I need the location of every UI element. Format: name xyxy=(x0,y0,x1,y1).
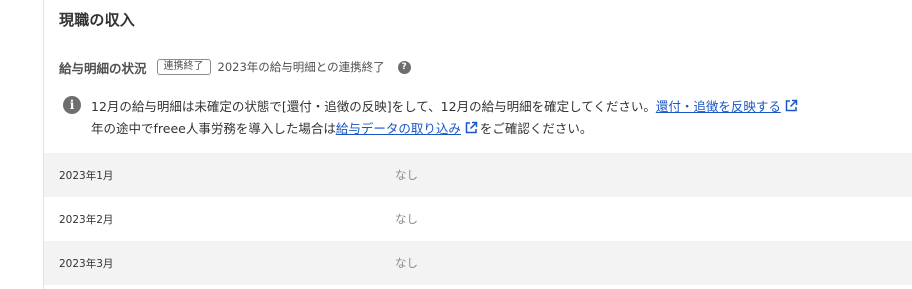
month-cell: 2023年3月 xyxy=(59,257,114,270)
payslip-status-label: 給与明細の状況 xyxy=(59,60,147,76)
reflect-refund-link[interactable]: 還付・追徴を反映する xyxy=(656,99,781,114)
info-circle-icon: i xyxy=(63,96,81,114)
notice-line2-tail: をご確認ください。 xyxy=(479,121,593,136)
question-circle-icon[interactable]: ? xyxy=(397,60,411,74)
income-table: 2023年1月 なし 2023年2月 なし 2023年3月 なし xyxy=(44,153,912,285)
table-row: 2023年3月 なし xyxy=(44,241,912,285)
notice-message: 12月の給与明細は未確定の状態で[還付・追徴の反映]をして、12月の給与明細を確… xyxy=(91,96,906,140)
value-cell: なし xyxy=(395,256,418,270)
status-text: 2023年の給与明細との連携終了 xyxy=(217,60,385,74)
external-link-icon[interactable] xyxy=(464,121,478,135)
import-payroll-data-link[interactable]: 給与データの取り込み xyxy=(336,121,461,136)
table-row: 2023年2月 なし xyxy=(44,197,912,241)
section-title: 現職の収入 xyxy=(59,11,136,29)
month-cell: 2023年1月 xyxy=(59,169,114,182)
payslip-status-row: 給与明細の状況 連携終了 2023年の給与明細との連携終了 ? xyxy=(59,58,411,76)
table-row: 2023年1月 なし xyxy=(44,153,912,197)
value-cell: なし xyxy=(395,212,418,226)
notice-line2-text: 年の途中でfreee人事労務を導入した場合は xyxy=(91,121,336,136)
value-cell: なし xyxy=(395,168,418,182)
status-badge: 連携終了 xyxy=(156,59,211,75)
month-cell: 2023年2月 xyxy=(59,213,114,226)
external-link-icon[interactable] xyxy=(784,99,798,113)
notice-line1-text: 12月の給与明細は未確定の状態で[還付・追徴の反映]をして、12月の給与明細を確… xyxy=(91,99,656,114)
